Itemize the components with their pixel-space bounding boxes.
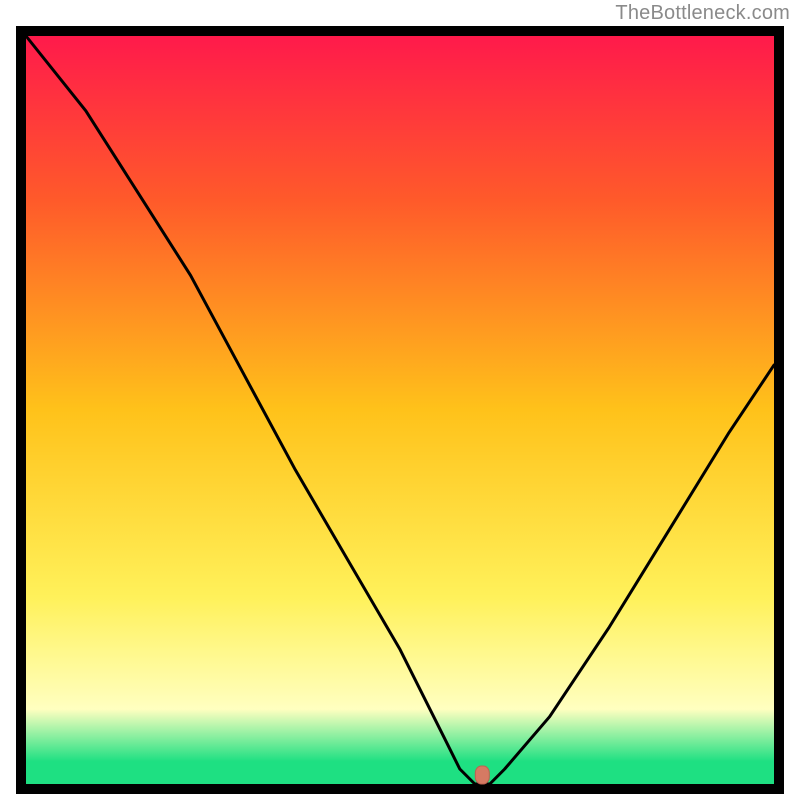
chart-background-gradient bbox=[26, 36, 774, 784]
chart-frame bbox=[16, 26, 784, 794]
attribution-text: TheBottleneck.com bbox=[615, 2, 790, 25]
optimal-point-marker bbox=[475, 766, 489, 784]
bottleneck-chart bbox=[16, 26, 784, 794]
